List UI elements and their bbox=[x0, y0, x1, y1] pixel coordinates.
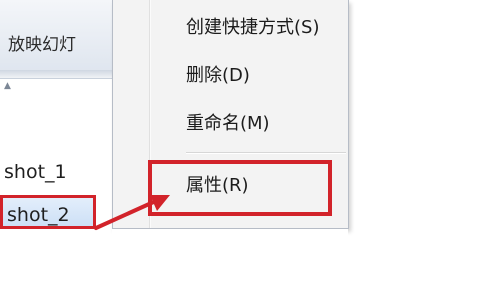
annotation-arrow-icon bbox=[94, 195, 170, 230]
